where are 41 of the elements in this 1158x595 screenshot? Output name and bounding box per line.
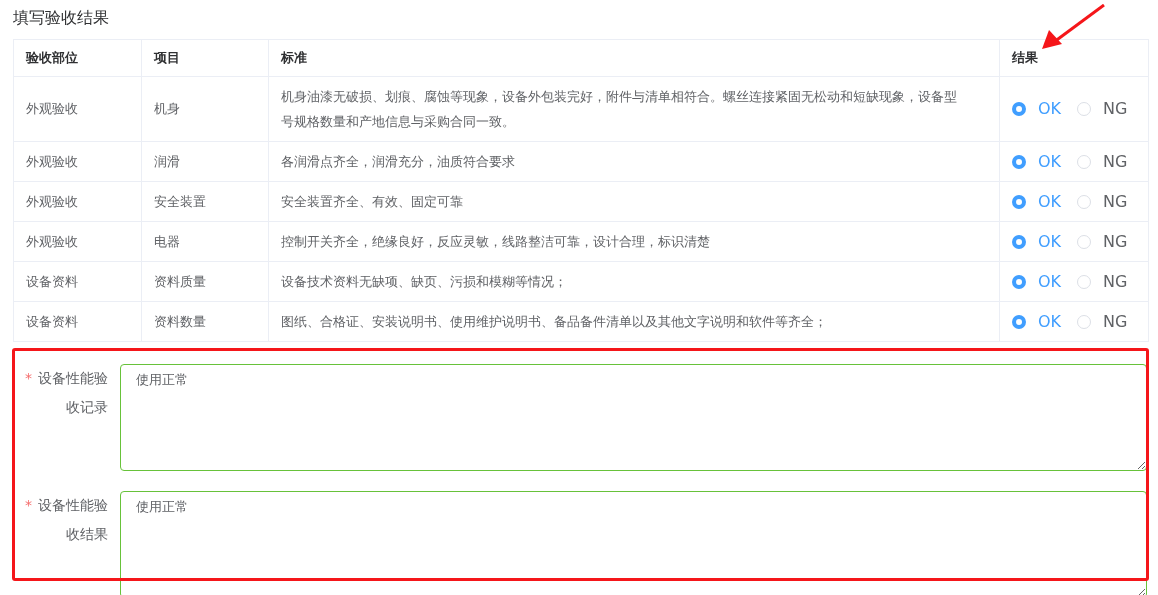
table-cell: 图纸、合格证、安装说明书、使用维护说明书、备品备件清单以及其他文字说明和软件等齐全； — [268, 301, 1000, 342]
radio-button[interactable] — [1012, 234, 1026, 249]
radio-button[interactable] — [1012, 314, 1026, 329]
table-cell: 外观验收 — [13, 221, 142, 262]
table-cell: 电器 — [141, 221, 269, 262]
radio-option[interactable]: NG — [1077, 232, 1128, 251]
section-title: 填写验收结果 — [13, 7, 109, 29]
table-cell: 外观验收 — [13, 141, 142, 182]
radio-option[interactable]: NG — [1077, 192, 1128, 211]
table-cell: 外观验收 — [13, 181, 142, 222]
table-cell: 设备资料 — [13, 301, 142, 342]
radio-option[interactable]: NG — [1077, 152, 1128, 171]
table-cell: 外观验收 — [13, 76, 142, 142]
radio-button[interactable] — [1012, 102, 1026, 116]
radio-button[interactable] — [1012, 194, 1026, 209]
annotation-arrow — [1042, 4, 1105, 49]
table-cell: 安全装置 — [141, 181, 269, 222]
radio-button[interactable] — [1012, 274, 1026, 289]
radio-button[interactable] — [1012, 154, 1026, 169]
required-mark: * — [25, 496, 32, 515]
column-header: 项目 — [141, 39, 269, 77]
column-header: 标准 — [268, 39, 1000, 77]
table-cell: 机身 — [141, 76, 269, 142]
table-cell: 机身油漆无破损、划痕、腐蚀等现象，设备外包装完好，附件与清单相符合。螺丝连接紧固无松动和短缺现象，设备型号规格数量和产地信息与采购合同一致。 — [268, 76, 1000, 142]
table-cell: 安全装置齐全、有效、固定可靠 — [268, 181, 1000, 222]
column-header: 验收部位 — [13, 39, 142, 77]
radio-option[interactable]: NG — [1077, 100, 1128, 118]
table-cell: 润滑 — [141, 141, 269, 182]
field-label: 设备性能验收记录 — [37, 369, 108, 417]
table-cell: 资料数量 — [141, 301, 269, 342]
table-cell: 资料质量 — [141, 261, 269, 302]
table-cell: 设备技术资料无缺项、缺页、污损和模糊等情况； — [268, 261, 1000, 302]
field-label: 设备性能验收结果 — [37, 496, 108, 544]
text-area[interactable]: 使用正常 — [120, 491, 1147, 595]
text-area[interactable]: 使用正常 — [120, 364, 1147, 471]
table-cell: 各润滑点齐全，润滑充分，油质符合要求 — [268, 141, 1000, 182]
table-cell: 设备资料 — [13, 261, 142, 302]
radio-option[interactable]: NG — [1077, 312, 1128, 331]
required-mark: * — [25, 369, 32, 388]
table-cell: 控制开关齐全，绝缘良好，反应灵敏，线路整洁可靠，设计合理，标识清楚 — [268, 221, 1000, 262]
radio-option[interactable]: NG — [1077, 272, 1128, 291]
